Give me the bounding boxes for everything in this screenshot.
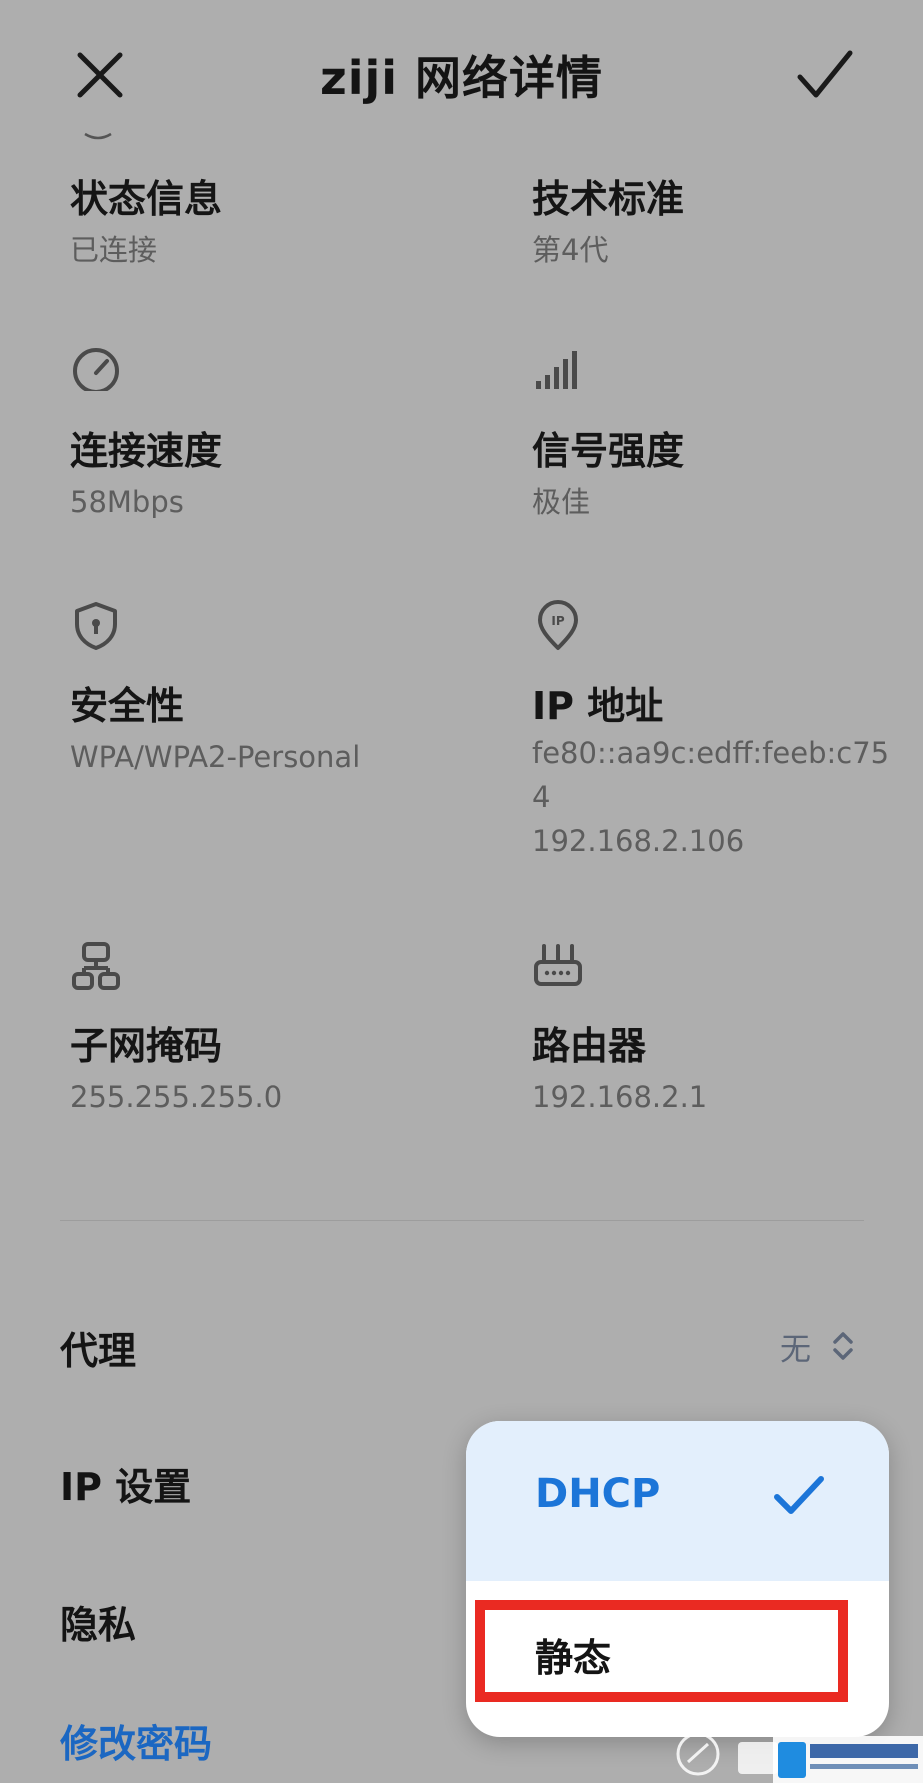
check-icon [774,1476,824,1514]
link-speed-value: 58Mbps [70,485,184,519]
tech-standard-label: 技术标准 [532,177,685,221]
router-cell: 路由器 192.168.2.1 [532,940,912,1120]
signal-bars-icon [536,351,577,389]
status-info-cell: 状态信息 已连接 [70,158,470,268]
header: ziji 网络详情 [0,0,923,145]
speedometer-icon [73,348,119,396]
watermark-logo-icon [676,1732,923,1783]
shield-icon [75,602,117,650]
svg-text:IP: IP [551,614,564,628]
tech-standard-value: 第4代 [532,233,609,267]
signal-strength-label: 信号强度 [532,429,685,473]
ip-address-line-2: 4 [532,780,551,814]
signal-strength-value: 极佳 [532,485,591,519]
status-info-value: 已连接 [70,233,158,267]
router-icon [534,944,582,986]
scroll-edge-icon [84,132,112,140]
subnet-mask-value: 255.255.255.0 [70,1080,283,1114]
link-speed-cell: 连接速度 58Mbps [70,345,470,525]
link-speed-label: 连接速度 [70,429,223,473]
security-value: WPA/WPA2-Personal [70,740,361,774]
ip-pin-icon: IP [538,600,578,650]
ip-address-line-3: 192.168.2.106 [532,824,745,858]
ip-address-line-1: fe80::aa9c:edff:feeb:c75 [532,736,890,770]
privacy-row[interactable]: 隐私 [60,1594,136,1649]
highlight-box [475,1600,848,1702]
ip-address-cell: IP IP 地址 fe80::aa9c:edff:feeb:c75 4 192.… [532,600,922,870]
subnet-mask-cell: 子网掩码 255.255.255.0 [70,940,470,1120]
change-password-link[interactable]: 修改密码 [60,1713,212,1768]
security-label: 安全性 [70,684,185,728]
security-cell: 安全性 WPA/WPA2-Personal [70,600,490,780]
ip-address-label: IP 地址 [532,684,664,728]
router-label: 路由器 [532,1024,647,1068]
ip-option-dhcp[interactable]: DHCP [466,1421,889,1581]
confirm-button[interactable] [792,45,858,105]
subnet-mask-label: 子网掩码 [70,1024,223,1068]
ip-option-dhcp-label: DHCP [535,1471,661,1517]
signal-strength-cell: 信号强度 极佳 [532,345,912,525]
proxy-selector[interactable]: 无 [760,1318,870,1374]
proxy-label: 代理 [60,1329,137,1373]
ip-settings-row[interactable]: IP 设置 [60,1456,191,1511]
check-icon [797,50,853,98]
tech-standard-cell: 技术标准 第4代 [532,158,912,268]
router-value: 192.168.2.1 [532,1080,708,1114]
status-info-label: 状态信息 [70,177,223,221]
page-title: ziji 网络详情 [319,51,604,105]
subnet-icon [72,942,120,990]
up-down-chevron-icon [833,1332,853,1360]
proxy-value: 无 [780,1332,811,1368]
section-divider [60,1220,864,1221]
